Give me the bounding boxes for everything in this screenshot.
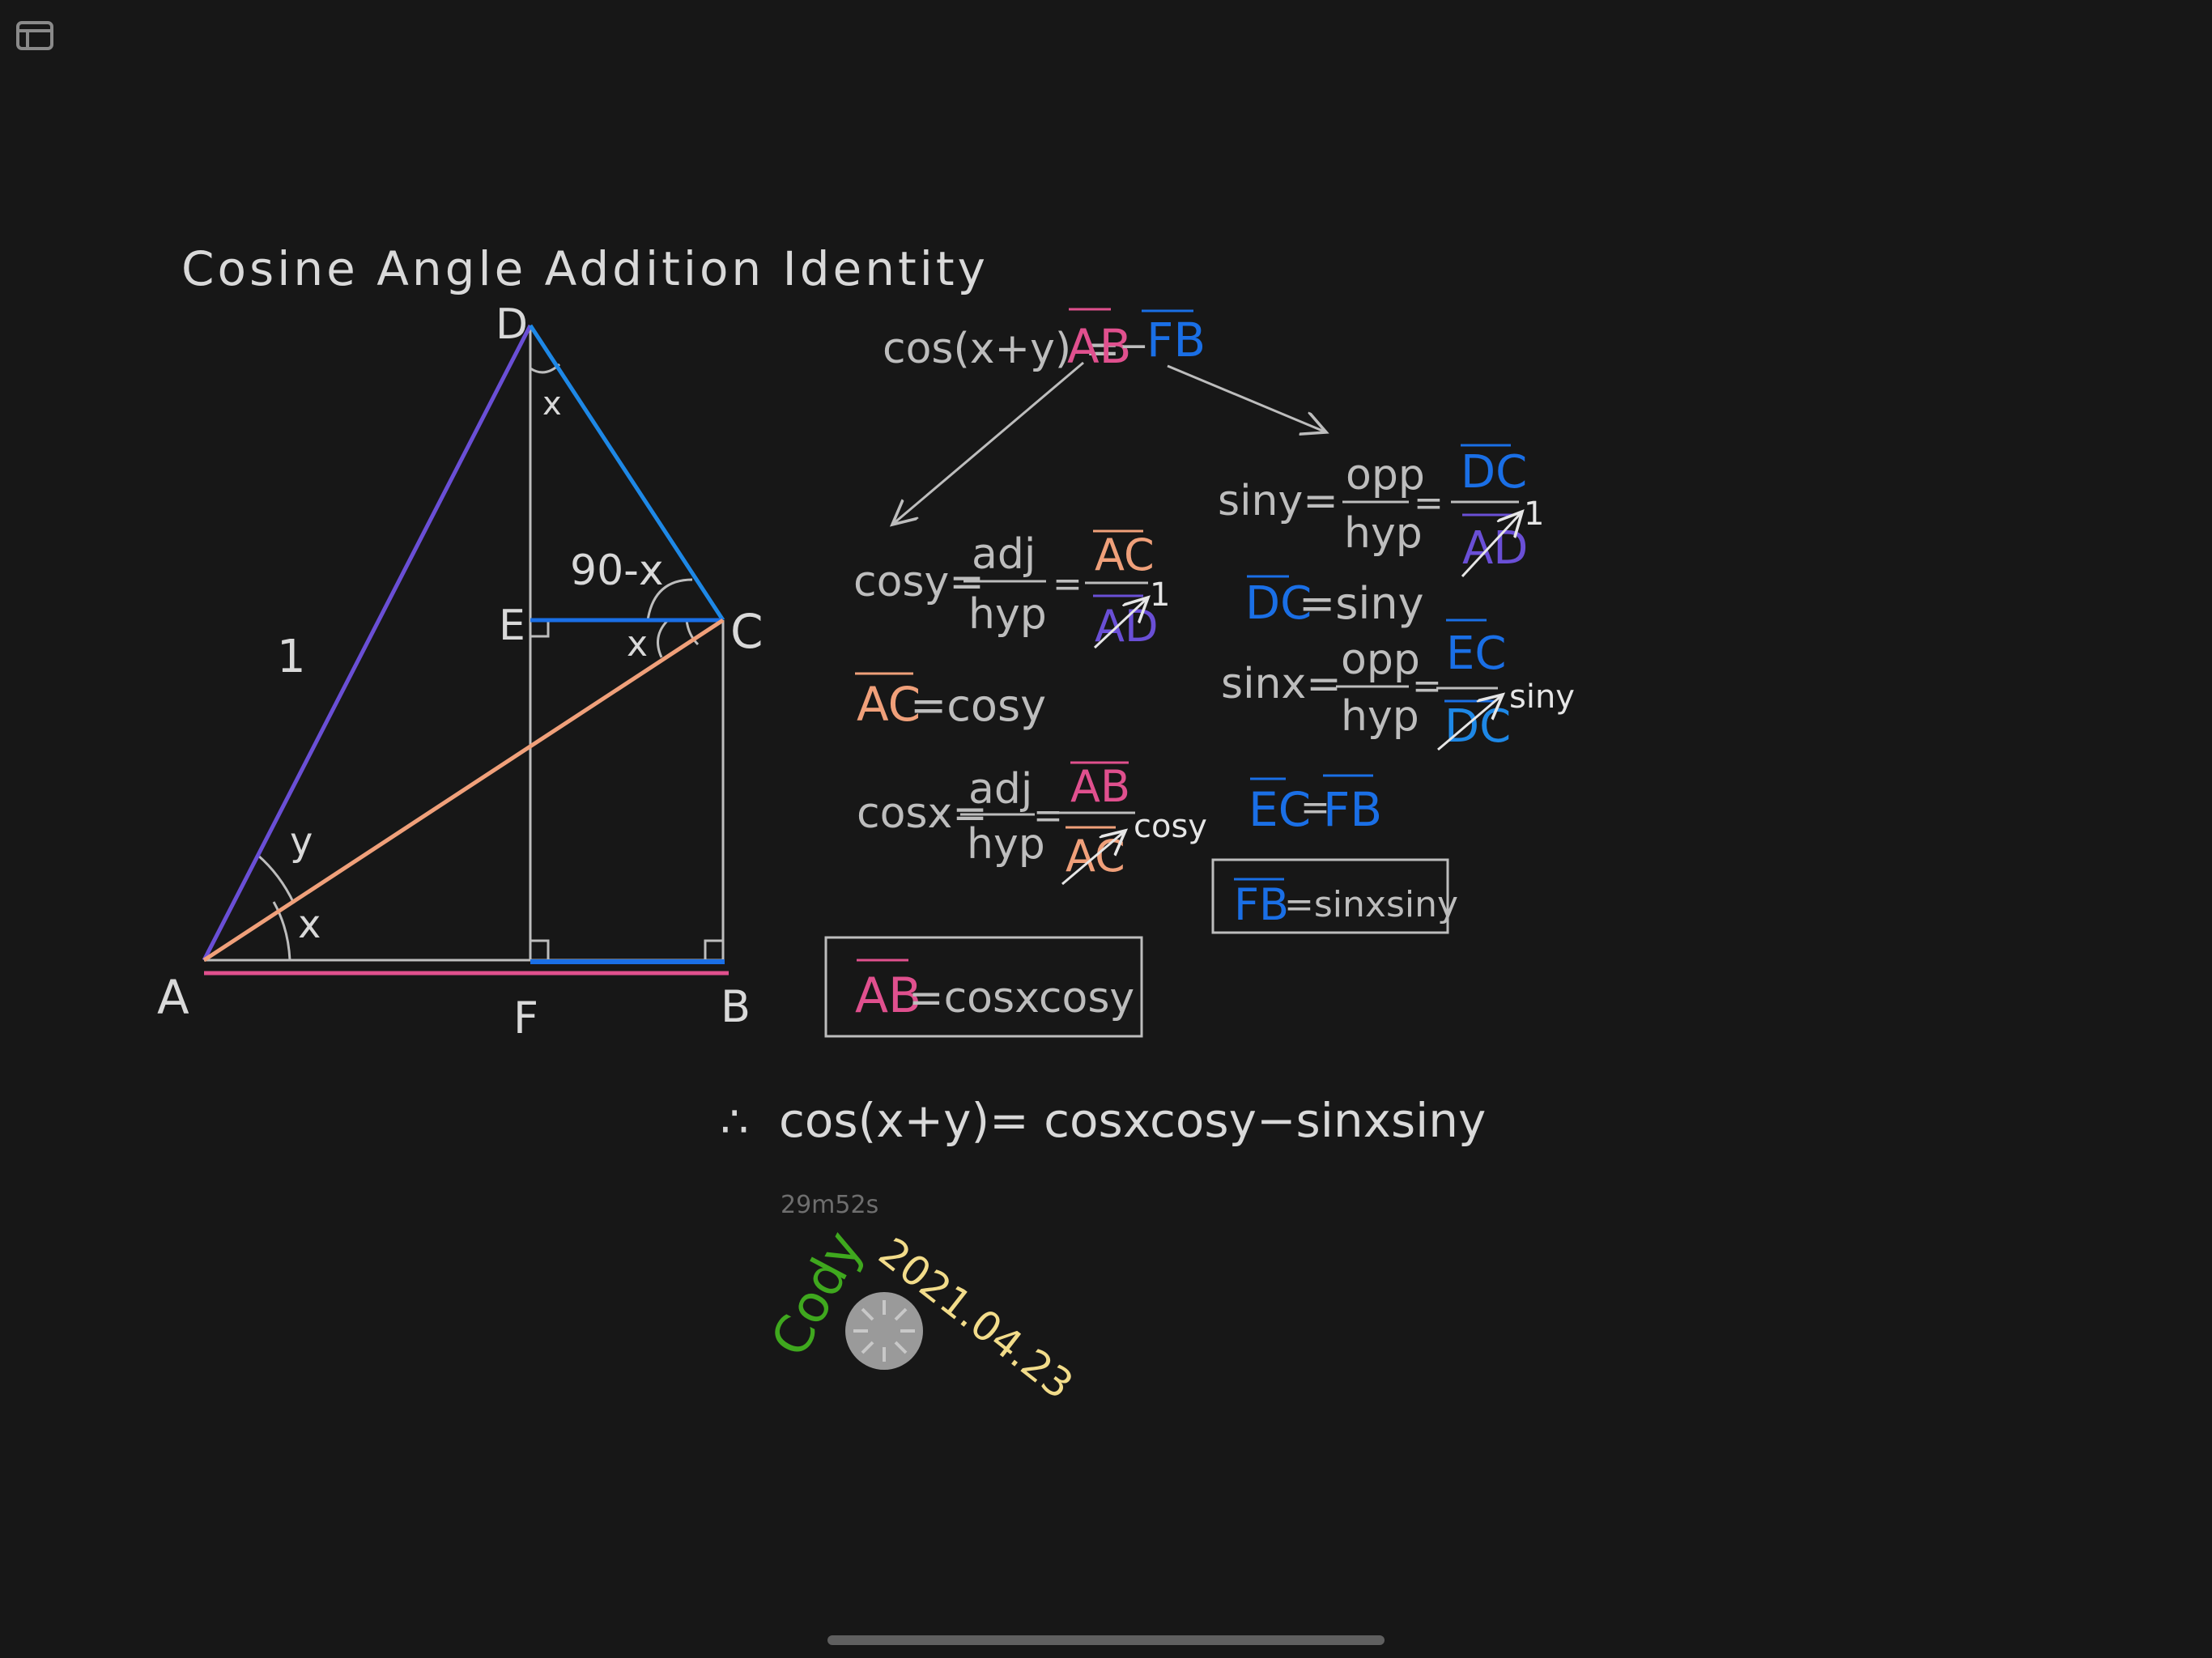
result-ab-box: AB =cosxcosy — [824, 936, 1143, 1038]
sinx-sub: siny — [1509, 678, 1575, 716]
conclusion-text: cos(x+y)= cosxcosy−sinxsiny — [779, 1093, 1486, 1148]
sinx-num: opp — [1341, 636, 1420, 684]
triangle-diagram: D E C A F B 1 x y x x 90-x — [157, 300, 764, 1044]
home-indicator[interactable] — [827, 1635, 1385, 1645]
ec-fb-fb: FB — [1323, 782, 1382, 837]
angle-arc-C-left — [657, 619, 670, 658]
label-F: F — [513, 993, 538, 1044]
arrow-to-cosy — [892, 361, 1084, 525]
siny-den: hyp — [1344, 509, 1423, 558]
cosy-eq: = — [1053, 563, 1083, 605]
sinx-ec: EC — [1446, 627, 1506, 680]
conclusion: ∴ cos(x+y)= cosxcosy−sinxsiny — [721, 1093, 1486, 1148]
page-title: Cosine Angle Addition Identity — [181, 241, 989, 296]
equation-cosx: cosx= adj hyp = AB AC cosy — [857, 761, 1207, 886]
label-angle-x-D: x — [542, 385, 562, 423]
result-ec-fb: EC = FB — [1249, 774, 1382, 837]
cosy-ad: AD — [1095, 601, 1159, 652]
label-angle-y-A: y — [290, 819, 313, 865]
label-C: C — [730, 604, 764, 659]
equation-top-fb: FB — [1146, 312, 1206, 368]
result-ab-rest: =cosxcosy — [908, 974, 1134, 1022]
label-hypotenuse-1: 1 — [277, 631, 306, 683]
cosy-ac: AC — [1095, 529, 1155, 580]
result-fb-seg: FB — [1234, 879, 1289, 930]
angle-arc-A-y — [257, 853, 296, 904]
cosy-num: adj — [972, 530, 1036, 579]
label-angle-x-A: x — [298, 902, 321, 947]
result-ac-rest: =cosy — [910, 680, 1046, 731]
whiteboard-canvas[interactable]: Cosine Angle Addition Identity D E C A F… — [0, 0, 2212, 1658]
result-dc: DC =siny — [1245, 575, 1424, 630]
therefore-symbol: ∴ — [721, 1096, 748, 1147]
sidebar-toggle-button[interactable] — [16, 21, 53, 50]
signature: 29m52s Cody 2021.04.23 — [760, 1191, 1082, 1409]
right-angle-F — [529, 939, 550, 960]
siny-eq: = — [1414, 483, 1444, 524]
sinx-dc: DC — [1444, 700, 1511, 753]
equation-siny: siny= opp hyp = DC AD 1 — [1218, 444, 1544, 578]
cosy-den: hyp — [968, 590, 1047, 639]
segment-AD — [202, 324, 533, 962]
siny-sub: 1 — [1524, 495, 1544, 533]
result-fb-rest: =sinxsiny — [1284, 884, 1458, 925]
cosx-num: adj — [968, 765, 1032, 814]
equation-sinx: sinx= opp hyp = EC DC siny — [1221, 619, 1575, 753]
sidebar-icon — [16, 21, 53, 50]
cosx-ab: AB — [1070, 761, 1130, 812]
sinx-lhs: sinx= — [1221, 660, 1342, 708]
label-E: E — [499, 602, 525, 650]
label-A: A — [157, 970, 189, 1025]
label-angle-90-minus-x: 90-x — [570, 546, 664, 595]
equation-cosy: cosy= adj hyp = AC AD 1 — [853, 529, 1170, 652]
label-D: D — [496, 300, 528, 349]
cosy-sub: 1 — [1150, 576, 1170, 614]
elapsed-time: 29m52s — [781, 1191, 878, 1219]
right-angle-B — [704, 939, 723, 960]
siny-dc: DC — [1461, 446, 1527, 499]
result-fb-box: FB =sinxsiny — [1211, 858, 1458, 934]
avatar — [845, 1292, 923, 1370]
sinx-eq: = — [1412, 665, 1442, 707]
cosx-sub: cosy — [1134, 808, 1207, 845]
result-ac: AC =cosy — [855, 672, 1046, 732]
label-B: B — [721, 981, 751, 1032]
sinx-den: hyp — [1341, 692, 1419, 741]
equation-top-minus: − — [1119, 325, 1149, 367]
result-dc-rest: =siny — [1299, 578, 1424, 629]
siny-lhs: siny= — [1218, 477, 1338, 525]
label-angle-x-C: x — [627, 623, 648, 665]
right-angle-E — [529, 620, 550, 638]
arrow-to-siny — [1167, 364, 1326, 432]
cosx-eq: = — [1033, 795, 1063, 836]
